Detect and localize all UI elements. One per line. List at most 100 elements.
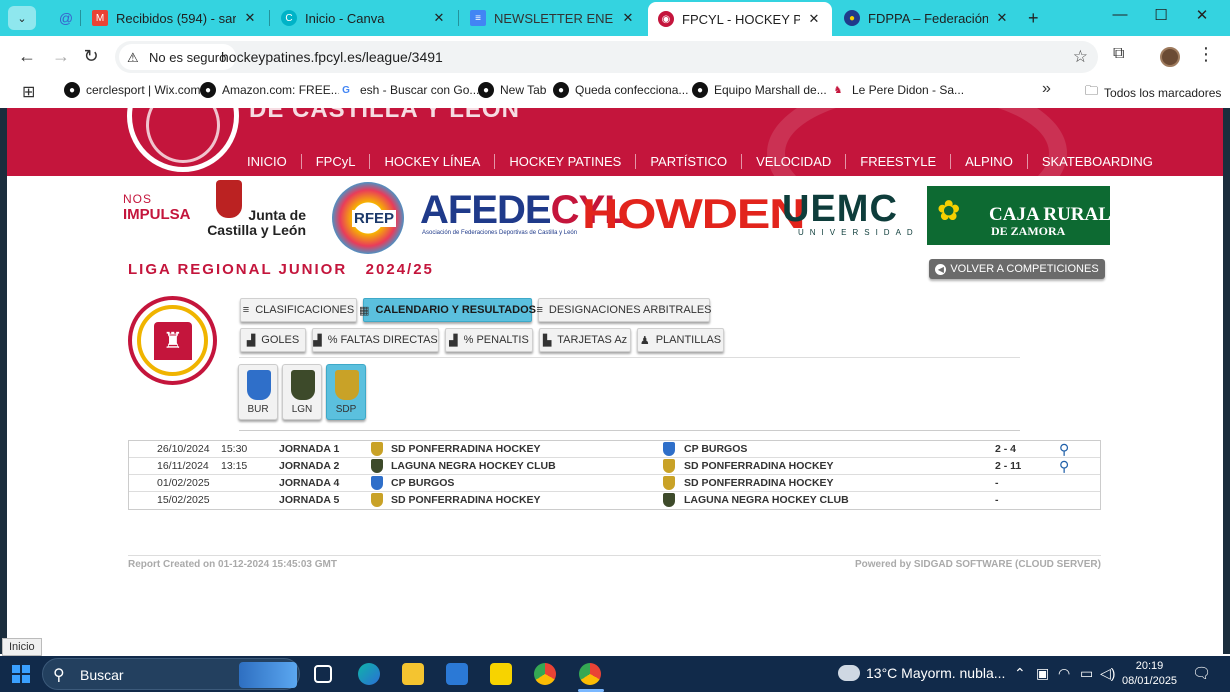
windows-start-icon[interactable]	[12, 665, 30, 683]
fpcyl-icon: ◉	[658, 11, 674, 27]
notifications-icon[interactable]: 🗨	[1192, 664, 1211, 682]
tab-tarjetas[interactable]: ▙ TARJETAS Az	[539, 328, 631, 352]
bookmark-item[interactable]: ● Amazon.com: FREE...	[200, 82, 341, 98]
profile-avatar[interactable]	[1160, 47, 1180, 67]
weather-widget[interactable]: 13°C Mayorm. nubla...	[838, 665, 1005, 681]
fpcyl-logo[interactable]	[127, 108, 239, 172]
url-text[interactable]: hockeypatines.fpcyl.es/league/3491	[221, 49, 443, 65]
new-tab-button[interactable]: +	[1028, 8, 1039, 29]
menu-item-hockey-patines[interactable]: HOCKEY PATINES	[494, 153, 635, 169]
close-icon[interactable]: ✕	[242, 10, 258, 26]
pinned-tab[interactable]: @	[48, 4, 78, 32]
menu-item-fpcyl[interactable]: FPCyL	[300, 153, 370, 169]
match-date: 01/02/2025	[157, 477, 210, 489]
team-filter-sdp[interactable]: SDP	[326, 364, 366, 420]
tab-designaciones-arbitrales[interactable]: ≡ DESIGNACIONES ARBITRALES	[536, 298, 712, 322]
tab-calendario-resultados[interactable]: ▦ CALENDARIO Y RESULTADOS	[359, 298, 536, 322]
afedecyl-subtitle: Asociación de Federaciones Deportivas de…	[422, 230, 578, 236]
caja-rural-logo[interactable]: ✿ CAJA RURAL DE ZAMORA	[927, 186, 1111, 245]
rfep-logo[interactable]: RFEP	[332, 182, 404, 254]
window-close-button[interactable]: ✕	[1192, 6, 1212, 24]
back-to-competitions-button[interactable]: ◀ VOLVER A COMPETICIONES	[929, 259, 1105, 279]
globe-icon: ●	[692, 82, 708, 98]
powered-by[interactable]: Powered by SIDGAD SOFTWARE (CLOUD SERVER…	[855, 559, 1101, 570]
nos-impulsa-logo[interactable]: NOS IMPULSA	[123, 192, 191, 222]
close-icon[interactable]: ✕	[431, 10, 447, 26]
close-icon[interactable]: ✕	[806, 11, 822, 27]
forward-arrow-icon[interactable]: →	[50, 46, 72, 67]
tab-plantillas[interactable]: ♟ PLANTILLAS	[637, 328, 724, 352]
page-edge	[1223, 108, 1230, 654]
bookmark-star-icon[interactable]: ☆	[1073, 47, 1088, 67]
tab-newsletter[interactable]: ≡ NEWSLETTER ENERO2025 ✕	[460, 4, 646, 32]
uemc-logo[interactable]: UEMC	[782, 188, 898, 231]
task-view-icon[interactable]	[314, 665, 332, 683]
security-label: No es seguro	[149, 49, 227, 65]
menu-item-partistico[interactable]: PARTÍSTICO	[635, 153, 741, 169]
tab-fpcyl-hockey[interactable]: ◉ FPCYL - HOCKEY PATINES ✕	[648, 2, 832, 36]
search-icon[interactable]: ⚲	[1059, 458, 1069, 475]
tab-canva[interactable]: C Inicio - Canva ✕	[271, 4, 457, 32]
store-icon[interactable]	[446, 663, 468, 685]
meet-now-icon[interactable]: ▣	[1036, 665, 1049, 682]
team-filter-lgn[interactable]: LGN	[282, 364, 322, 420]
menu-item-inicio[interactable]: INICIO	[233, 154, 301, 169]
tab-clasificaciones[interactable]: ≡ CLASIFICACIONES	[240, 298, 357, 322]
browser-menu-icon[interactable]: ⋮	[1197, 44, 1215, 65]
away-team-crest-icon	[663, 459, 675, 473]
chevron-up-icon[interactable]: ⌃	[1014, 665, 1026, 682]
reload-icon[interactable]: ↻	[80, 46, 102, 67]
system-clock[interactable]: 20:19 08/01/2025	[1122, 659, 1177, 689]
tab-fdppa[interactable]: ● FDPPA – Federación de Pa ✕	[834, 4, 1020, 32]
minimize-button[interactable]: —	[1110, 6, 1130, 23]
menu-item-velocidad[interactable]: VELOCIDAD	[741, 153, 845, 169]
search-icon[interactable]: ⚲	[1059, 441, 1069, 458]
bookmark-item[interactable]: ● Queda confecciona...	[553, 82, 688, 98]
bookmark-item[interactable]: ● cerclesport | Wix.com	[64, 82, 200, 98]
away-team: SD PONFERRADINA HOCKEY	[684, 477, 834, 489]
back-arrow-icon[interactable]: ←	[16, 46, 38, 67]
bookmark-item[interactable]: G esh - Buscar con Go...	[338, 82, 479, 98]
divider	[239, 430, 1020, 431]
chevron-more-icon[interactable]: »	[1042, 80, 1051, 98]
all-bookmarks-folder[interactable]: 🗀 Todos los marcadores	[1085, 82, 1221, 104]
wheat-icon: ✿	[937, 195, 961, 226]
menu-item-freestyle[interactable]: FREESTYLE	[845, 153, 950, 169]
tab-label: DESIGNACIONES ARBITRALES	[548, 304, 712, 316]
match-round: JORNADA 4	[279, 477, 340, 489]
chrome-profile-icon[interactable]	[579, 663, 601, 685]
bookmark-item[interactable]: ● Equipo Marshall de...	[692, 82, 827, 98]
tab-faltas-directas[interactable]: ▟ % FALTAS DIRECTAS	[312, 328, 439, 352]
menu-item-hockey-linea[interactable]: HOCKEY LÍNEA	[369, 153, 494, 169]
menu-item-alpino[interactable]: ALPINO	[950, 153, 1027, 169]
edge-icon[interactable]	[358, 663, 380, 685]
howden-logo[interactable]: HOWDEN	[582, 190, 806, 238]
tab-penaltis[interactable]: ▟ % PENALTIS	[445, 328, 533, 352]
sticky-notes-icon[interactable]	[490, 663, 512, 685]
tab-gmail[interactable]: M Recibidos (594) - sariolcar ✕	[82, 4, 268, 32]
bookmark-item[interactable]: ♞ Le Pere Didon - Sa...	[830, 82, 965, 98]
file-explorer-icon[interactable]	[402, 663, 424, 685]
volume-icon[interactable]: ◁)	[1100, 665, 1115, 682]
close-icon[interactable]: ✕	[620, 10, 636, 26]
tab-goles[interactable]: ▟ GOLES	[240, 328, 306, 352]
address-bar[interactable]: ⚠ No es seguro hockeypatines.fpcyl.es/le…	[115, 41, 1098, 73]
browser-tab-bar: ⌄ @ M Recibidos (594) - sariolcar ✕ C In…	[0, 0, 1230, 36]
junta-cyl-logo[interactable]: Junta de Castilla y León	[206, 180, 306, 244]
taskbar-search[interactable]: ⚲ Buscar	[42, 658, 300, 690]
extensions-icon[interactable]: ⧉	[1113, 45, 1124, 63]
menu-item-skateboarding[interactable]: SKATEBOARDING	[1026, 153, 1167, 169]
apps-grid-icon[interactable]: ⊞	[22, 82, 35, 102]
close-icon[interactable]: ✕	[994, 10, 1010, 26]
site-security-chip[interactable]: ⚠ No es seguro	[119, 44, 237, 70]
team-filter-bur[interactable]: BUR	[238, 364, 278, 420]
uemc-subtitle: UNIVERSIDAD	[798, 228, 919, 237]
team-crest-icon	[291, 370, 315, 400]
tab-search-button[interactable]: ⌄	[8, 6, 36, 30]
battery-icon[interactable]: ▭	[1080, 665, 1093, 682]
wifi-icon[interactable]: ◠	[1058, 665, 1070, 682]
arrow-left-circle-icon: ◀	[935, 263, 947, 275]
bookmark-item[interactable]: ● New Tab	[478, 82, 546, 98]
chrome-icon[interactable]	[534, 663, 556, 685]
maximize-button[interactable]: ☐	[1151, 6, 1171, 24]
